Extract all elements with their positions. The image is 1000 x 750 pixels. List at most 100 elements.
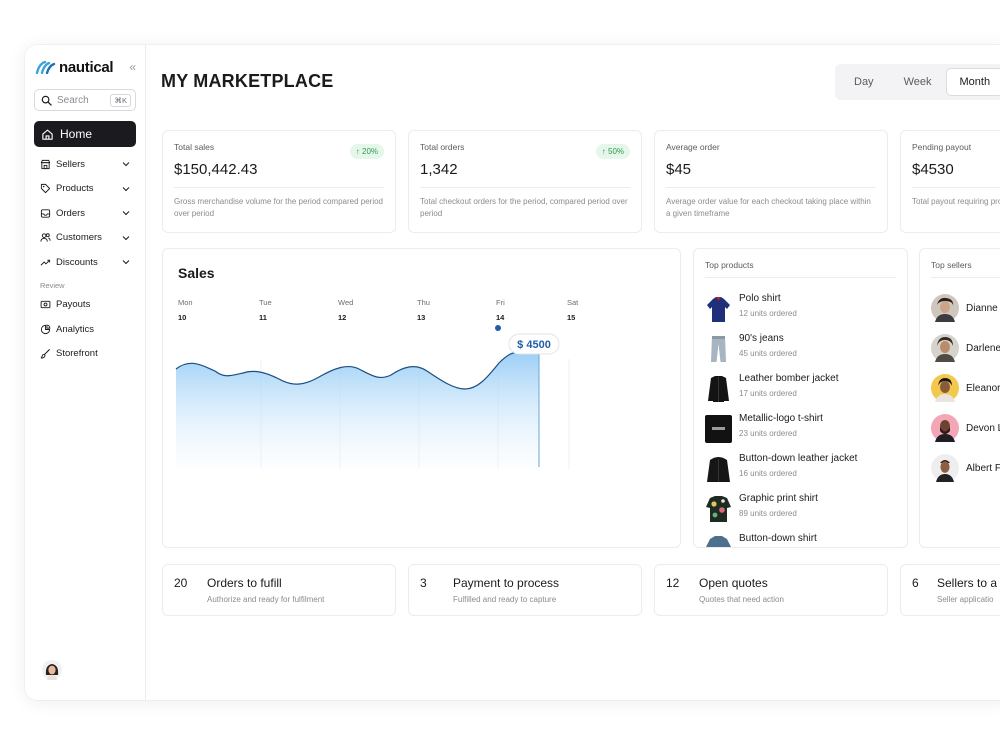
sidebar-item-label: Payouts xyxy=(56,299,91,311)
sidebar-item-customers[interactable]: Customers xyxy=(34,226,136,251)
search-shortcut: ⌘K xyxy=(110,93,131,107)
bomber-jacket-thumbnail xyxy=(705,375,732,403)
product-item[interactable]: Polo shirt 12 units ordered xyxy=(705,291,905,327)
seller-name: Dianne xyxy=(966,302,998,314)
sidebar-section-review: Review xyxy=(40,280,65,290)
task-card-payment-to-process[interactable]: 3 Payment to process Fulfilled and ready… xyxy=(408,564,642,616)
seller-name: Eleanor xyxy=(966,382,1000,394)
top-sellers-card: Top sellers Dianne Darlene Eleanor Devon… xyxy=(919,248,1000,548)
metric-description: Gross merchandise volume for the period … xyxy=(174,197,383,218)
sidebar: nautical « Search ⌘K Home Sellers Produc… xyxy=(25,45,146,700)
date-label: 13 xyxy=(417,313,425,322)
top-sellers-title: Top sellers xyxy=(931,260,1000,278)
task-title: Open quotes xyxy=(699,576,768,590)
metric-label: Pending payout xyxy=(912,142,972,152)
sidebar-item-label: Discounts xyxy=(56,256,98,268)
date-label: 15 xyxy=(567,313,575,322)
logo[interactable]: nautical xyxy=(34,58,114,76)
product-item[interactable]: Metallic-logo t-shirt 23 units ordered xyxy=(705,411,905,447)
sidebar-item-analytics[interactable]: Analytics xyxy=(34,317,136,342)
collapse-sidebar-icon[interactable]: « xyxy=(129,60,136,74)
range-month-button[interactable]: Month xyxy=(946,68,1000,96)
task-card-orders-to-fulfill[interactable]: 20 Orders to fufill Authorize and ready … xyxy=(162,564,396,616)
store-icon xyxy=(40,159,51,169)
chevron-down-icon[interactable] xyxy=(122,234,130,242)
range-day-button[interactable]: Day xyxy=(839,68,889,96)
metric-description: Average order value for each checkout ta… xyxy=(666,197,871,218)
day-label: Thu xyxy=(417,298,430,307)
search-placeholder: Search xyxy=(57,94,89,106)
range-week-button[interactable]: Week xyxy=(889,68,947,96)
inbox-icon xyxy=(40,209,51,218)
logo-text: nautical xyxy=(59,58,114,76)
product-units: 17 units ordered xyxy=(739,389,797,398)
sidebar-item-products[interactable]: Products xyxy=(34,177,136,202)
sidebar-item-label: Sellers xyxy=(56,158,86,170)
sidebar-item-label: Storefront xyxy=(56,348,98,360)
task-card-sellers[interactable]: 6 Sellers to a Seller applicatio xyxy=(900,564,1000,616)
seller-item[interactable]: Albert F xyxy=(931,453,1000,483)
sales-area xyxy=(176,347,539,469)
highlight-day-dot xyxy=(495,325,501,331)
sidebar-item-home[interactable]: Home xyxy=(34,121,136,147)
product-item[interactable]: Button-down leather jacket 16 units orde… xyxy=(705,451,905,487)
metric-value: $4530 xyxy=(912,161,1000,188)
product-units: 16 units ordered xyxy=(739,469,797,478)
task-title: Payment to process xyxy=(453,576,560,590)
product-item[interactable]: Graphic print shirt 89 units ordered xyxy=(705,491,905,527)
metric-description: Total checkout orders for the period, co… xyxy=(420,197,628,218)
product-units: 89 units ordered xyxy=(739,509,797,518)
chevron-down-icon[interactable] xyxy=(122,209,130,217)
logo-row: nautical « xyxy=(34,55,136,79)
date-label: 10 xyxy=(178,313,186,322)
search-input[interactable]: Search ⌘K xyxy=(34,89,136,111)
sidebar-item-storefront[interactable]: Storefront xyxy=(34,342,136,367)
task-card-open-quotes[interactable]: 12 Open quotes Quotes that need action xyxy=(654,564,888,616)
sidebar-item-payouts[interactable]: Payouts xyxy=(34,293,136,318)
chevron-down-icon[interactable] xyxy=(122,258,130,266)
seller-item[interactable]: Devon L xyxy=(931,413,1000,443)
day-label: Sat xyxy=(567,298,579,307)
top-products-card: Top products Polo shirt 12 units ordered… xyxy=(693,248,908,548)
task-description: Authorize and ready for fulfilment xyxy=(207,595,325,604)
seller-avatar xyxy=(931,454,959,482)
product-item[interactable]: Leather bomber jacket 17 units ordered xyxy=(705,371,905,407)
user-avatar[interactable] xyxy=(42,660,62,680)
metric-label: Average order xyxy=(666,142,720,152)
task-description: Quotes that need action xyxy=(699,595,784,604)
product-name: Button-down shirt xyxy=(739,533,817,544)
seller-avatar xyxy=(931,374,959,402)
day-label: Mon xyxy=(178,298,193,307)
polo-shirt-thumbnail xyxy=(705,295,732,323)
product-item[interactable]: 90's jeans 45 units ordered xyxy=(705,331,905,367)
day-label: Tue xyxy=(259,298,272,307)
product-units: 12 units ordered xyxy=(739,309,797,318)
sidebar-item-label: Customers xyxy=(56,232,102,244)
seller-item[interactable]: Darlene xyxy=(931,333,1000,363)
product-name: Graphic print shirt xyxy=(739,493,818,504)
date-label: 12 xyxy=(338,313,346,322)
task-count: 20 xyxy=(174,576,188,590)
sales-chart-card: Sales Mon 10 Tue 11 Wed 12 Thu 13 Fri 14 Sat 15 $ 4… xyxy=(162,248,681,548)
product-item[interactable]: Button-down shirt xyxy=(705,531,905,547)
task-count: 3 xyxy=(420,576,427,590)
main-content: MY MARKETPLACE Day Week Month Total sale… xyxy=(146,45,1000,700)
search-icon xyxy=(41,95,52,106)
sidebar-item-label: Products xyxy=(56,183,94,195)
chevron-down-icon[interactable] xyxy=(122,160,130,168)
seller-name: Darlene xyxy=(966,342,1000,354)
metric-value: $150,442.43 xyxy=(174,161,384,188)
sidebar-item-sellers[interactable]: Sellers xyxy=(34,152,136,177)
trend-badge: ↑ 20% xyxy=(349,144,384,159)
sidebar-item-discounts[interactable]: Discounts xyxy=(34,250,136,275)
date-label: 11 xyxy=(259,313,267,322)
seller-item[interactable]: Dianne xyxy=(931,293,998,323)
chevron-down-icon[interactable] xyxy=(122,185,130,193)
top-products-title: Top products xyxy=(705,260,896,278)
leather-jacket-thumbnail xyxy=(705,455,732,483)
brush-icon xyxy=(40,349,50,359)
trend-badge: ↑ 50% xyxy=(595,144,630,159)
sidebar-item-orders[interactable]: Orders xyxy=(34,201,136,226)
metric-description: Total payout requiring processing xyxy=(912,197,1000,206)
seller-item[interactable]: Eleanor xyxy=(931,373,1000,403)
